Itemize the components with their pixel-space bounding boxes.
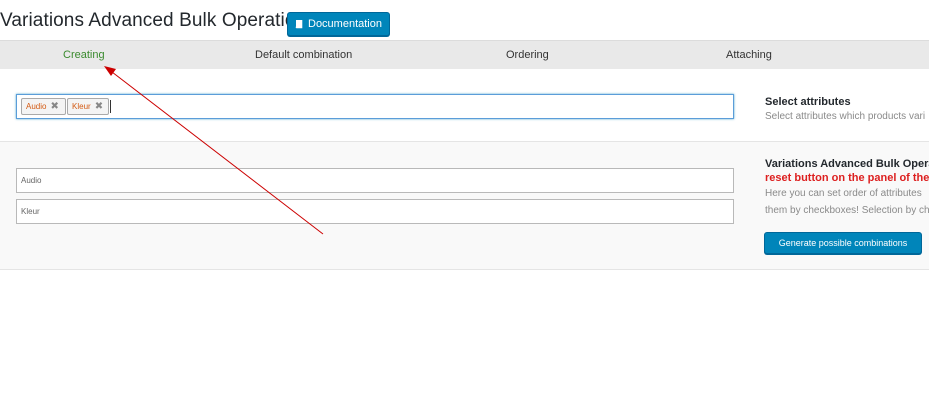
close-icon[interactable]: ✖ — [50, 99, 58, 114]
select-attributes-heading: Select attributes — [765, 96, 851, 108]
page-title: Variations Advanced Bulk Operations - — [0, 10, 328, 31]
tab-default-combination[interactable]: Default combination — [255, 41, 352, 70]
chip-label: Kleur — [72, 102, 91, 111]
title-bar: Variations Advanced Bulk Operations - Do… — [0, 0, 929, 40]
attribute-order-section: Audio Kleur Variations Advanced Bulk Ope… — [0, 142, 929, 270]
order-description-line2: them by checkboxes! Selection by ch — [765, 205, 929, 216]
attribute-chip-audio: Audio ✖ — [21, 98, 66, 115]
tab-bar: Creating Default combination Ordering At… — [0, 40, 929, 70]
tab-creating[interactable]: Creating — [63, 41, 105, 70]
tab-ordering[interactable]: Ordering — [506, 41, 549, 70]
select-attributes-section: Audio ✖ Kleur ✖ Select attributes Select… — [0, 69, 929, 142]
close-icon[interactable]: ✖ — [95, 99, 103, 114]
order-description-line1: Here you can set order of attributes — [765, 188, 922, 199]
order-field-audio[interactable]: Audio — [16, 168, 734, 193]
book-icon — [295, 19, 303, 29]
documentation-button[interactable]: Documentation — [287, 12, 390, 36]
text-caret — [110, 100, 111, 113]
tab-attaching[interactable]: Attaching — [726, 41, 772, 70]
generate-combinations-button[interactable]: Generate possible combinations — [764, 232, 922, 254]
attribute-select-input[interactable]: Audio ✖ Kleur ✖ — [16, 94, 734, 119]
order-field-kleur[interactable]: Kleur — [16, 199, 734, 224]
order-warning: reset button on the panel of the — [765, 172, 929, 184]
select-attributes-description: Select attributes which products vari — [765, 111, 926, 122]
order-heading: Variations Advanced Bulk Opera — [765, 158, 929, 170]
attribute-chip-kleur: Kleur ✖ — [67, 98, 109, 115]
documentation-button-label: Documentation — [308, 18, 382, 30]
chip-label: Audio — [26, 102, 47, 111]
